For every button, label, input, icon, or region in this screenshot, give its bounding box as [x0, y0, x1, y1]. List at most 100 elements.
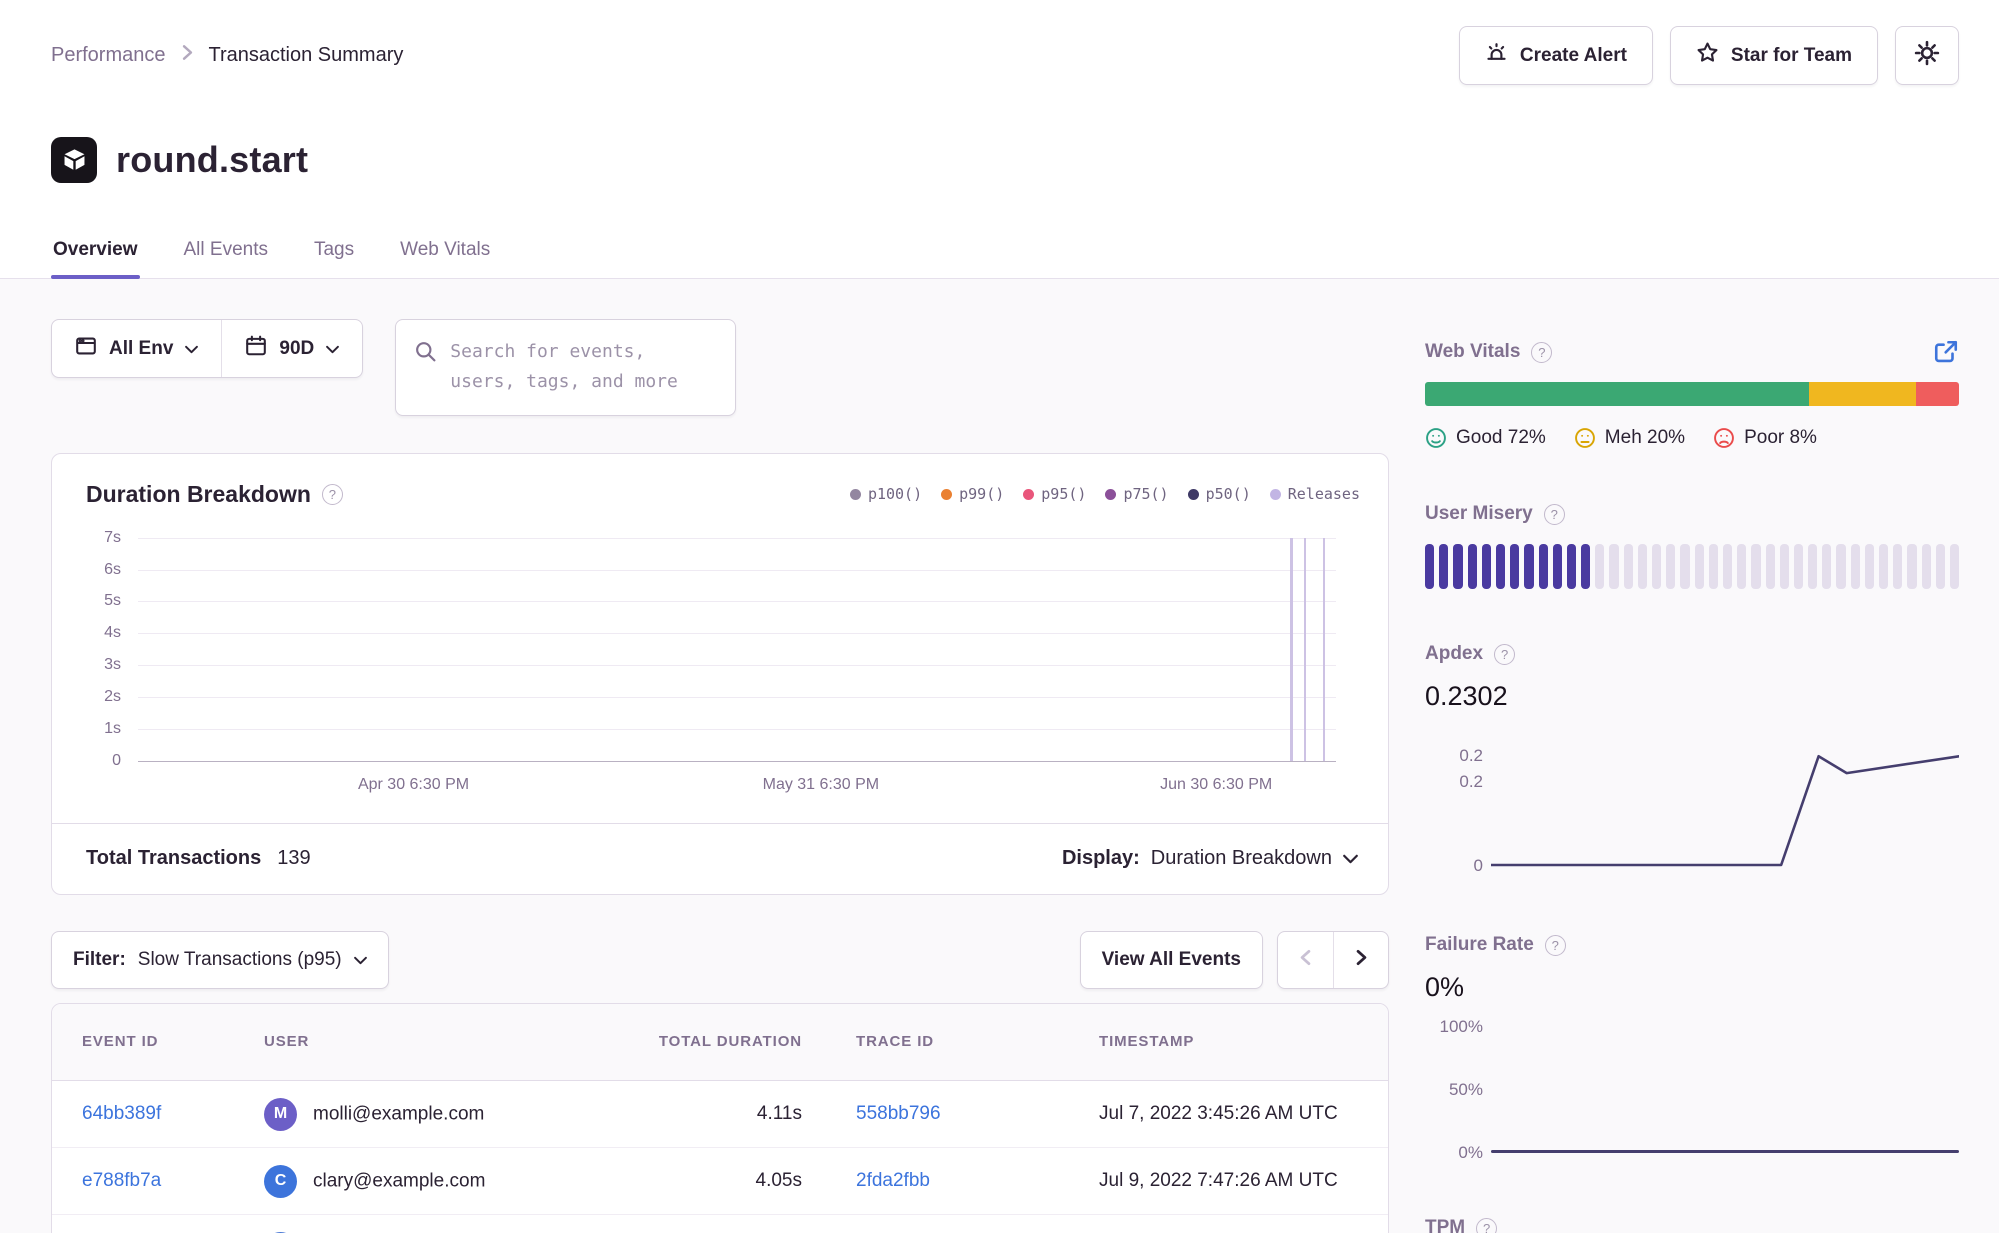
duration-xtick: Jun 30 6:30 PM: [1160, 776, 1272, 794]
web-vitals-title: Web Vitals: [1425, 341, 1520, 363]
search-input[interactable]: Search for events, users, tags, and more: [395, 319, 736, 415]
misery-segment: [1766, 544, 1775, 589]
tab-all-events[interactable]: All Events: [182, 229, 270, 278]
misery-segment: [1468, 544, 1477, 589]
misery-segment: [1638, 544, 1647, 589]
event-id-link[interactable]: 64bb389f: [82, 1103, 161, 1124]
misery-segment: [1723, 544, 1732, 589]
column-event-id: Event ID: [52, 1004, 263, 1081]
gridline: [138, 633, 1336, 634]
chevron-down-icon: [1343, 847, 1358, 870]
help-icon[interactable]: ?: [1545, 935, 1566, 956]
display-value: Duration Breakdown: [1151, 847, 1332, 870]
trace-id-link[interactable]: 558bb796: [856, 1103, 941, 1124]
duration-plot[interactable]: Apr 30 6:30 PMMay 31 6:30 PMJun 30 6:30 …: [138, 538, 1336, 761]
calendar-icon: [245, 335, 267, 363]
events-tbody: 64bb389fMmolli@example.com4.11s558bb796J…: [52, 1081, 1388, 1233]
siren-icon: [1485, 41, 1508, 70]
event-id-link[interactable]: e788fb7a: [82, 1170, 161, 1191]
legend-item[interactable]: p75(): [1105, 485, 1168, 503]
environment-filter-button[interactable]: All Env: [52, 320, 221, 377]
chevron-down-icon: [326, 338, 339, 360]
legend-dot: [1270, 489, 1281, 500]
chevron-right-icon: [1356, 949, 1367, 971]
total-duration-value: 4.11s: [613, 1081, 803, 1148]
legend-item[interactable]: p99(): [941, 485, 1004, 503]
failure-rate-title: Failure Rate: [1425, 934, 1534, 956]
slow-transactions-filter-button[interactable]: Filter: Slow Transactions (p95): [51, 931, 389, 989]
event-row[interactable]: 64bb389fMmolli@example.com4.11s558bb796J…: [52, 1081, 1388, 1148]
events-toolbar: Filter: Slow Transactions (p95) View All…: [51, 931, 1389, 989]
breadcrumb-current: Transaction Summary: [209, 44, 404, 67]
main-column: All Env 90D: [51, 319, 1389, 1233]
misery-segment: [1808, 544, 1817, 589]
star-for-team-button[interactable]: Star for Team: [1670, 26, 1878, 85]
sidebar: Web Vitals ? Good 72%Meh 20%Poor 8% User…: [1425, 319, 1959, 1233]
view-all-events-button[interactable]: View All Events: [1080, 931, 1263, 989]
breadcrumb: Performance Transaction Summary: [51, 44, 403, 67]
help-icon[interactable]: ?: [1476, 1218, 1497, 1233]
display-dropdown[interactable]: Display: Duration Breakdown: [1062, 847, 1358, 870]
poor-face-icon: [1713, 427, 1735, 449]
filter-label: Filter:: [73, 949, 126, 971]
misery-segment: [1851, 544, 1860, 589]
misery-segment: [1879, 544, 1888, 589]
column-user: User: [263, 1004, 613, 1081]
timestamp-value: Jul 8, 2022 1:30:26 AM UTC: [1043, 1215, 1388, 1233]
apdex-ytick: 0: [1425, 856, 1483, 876]
timestamp-value: Jul 7, 2022 3:45:26 AM UTC: [1043, 1081, 1388, 1148]
web-vitals-bar: [1425, 382, 1959, 406]
duration-panel-title: Duration Breakdown: [86, 481, 311, 508]
column-timestamp: Timestamp: [1043, 1004, 1388, 1081]
apdex-value: 0.2302: [1425, 681, 1959, 712]
duration-ytick: 4s: [104, 624, 121, 642]
pagination: [1277, 931, 1389, 989]
legend-item[interactable]: p100(): [850, 485, 922, 503]
legend-dot: [941, 489, 952, 500]
legend-item[interactable]: p50(): [1188, 485, 1251, 503]
legend-item[interactable]: p95(): [1023, 485, 1086, 503]
misery-segment: [1453, 544, 1462, 589]
tab-tags[interactable]: Tags: [312, 229, 356, 278]
previous-page-button[interactable]: [1278, 932, 1333, 988]
duration-ytick: 5s: [104, 592, 121, 610]
duration-xtick: May 31 6:30 PM: [763, 776, 880, 794]
trace-id-link[interactable]: 2fda2fbb: [856, 1170, 930, 1191]
legend-dot: [1105, 489, 1116, 500]
filter-value: Slow Transactions (p95): [138, 949, 342, 971]
column-total-duration: Total Duration: [613, 1004, 803, 1081]
misery-segment: [1539, 544, 1548, 589]
tabs: Overview All Events Tags Web Vitals: [51, 229, 1959, 278]
misery-segment: [1595, 544, 1604, 589]
tab-web-vitals[interactable]: Web Vitals: [398, 229, 492, 278]
tab-overview[interactable]: Overview: [51, 229, 140, 278]
date-range-button[interactable]: 90D: [221, 320, 362, 377]
legend-dot: [850, 489, 861, 500]
event-row[interactable]: 031011a2Bbrena@example.com3.95se9b3aaecJ…: [52, 1215, 1388, 1233]
apdex-title: Apdex: [1425, 643, 1483, 665]
user-email: clary@example.com: [313, 1170, 485, 1191]
create-alert-button[interactable]: Create Alert: [1459, 26, 1653, 85]
open-in-new-icon[interactable]: [1933, 339, 1959, 365]
legend-label: Releases: [1288, 485, 1360, 503]
misery-segment: [1936, 544, 1945, 589]
total-duration-value: 3.95s: [613, 1215, 803, 1233]
help-icon[interactable]: ?: [1544, 504, 1565, 525]
help-icon[interactable]: ?: [322, 484, 343, 505]
help-icon[interactable]: ?: [1494, 644, 1515, 665]
web-vitals-section: Web Vitals ? Good 72%Meh 20%Poor 8%: [1425, 339, 1959, 449]
events-table-header: Event ID User Total Duration Trace ID Ti…: [52, 1004, 1388, 1081]
apdex-ytick: 0.2: [1425, 772, 1483, 792]
user-misery-bar: [1425, 544, 1959, 589]
legend-item[interactable]: Releases: [1270, 485, 1360, 503]
event-row[interactable]: e788fb7aCclary@example.com4.05s2fda2fbbJ…: [52, 1148, 1388, 1215]
search-placeholder: Search for events, users, tags, and more: [450, 337, 708, 397]
misery-segment: [1922, 544, 1931, 589]
page: Performance Transaction Summary Create A…: [0, 0, 1999, 1233]
help-icon[interactable]: ?: [1531, 342, 1552, 363]
apdex-section: Apdex ? 0.2302 0.2 0.2 0: [1425, 643, 1959, 880]
next-page-button[interactable]: [1333, 932, 1388, 988]
settings-button[interactable]: [1895, 26, 1959, 85]
breadcrumb-performance-link[interactable]: Performance: [51, 44, 166, 67]
filter-bar: All Env 90D: [51, 319, 1389, 415]
